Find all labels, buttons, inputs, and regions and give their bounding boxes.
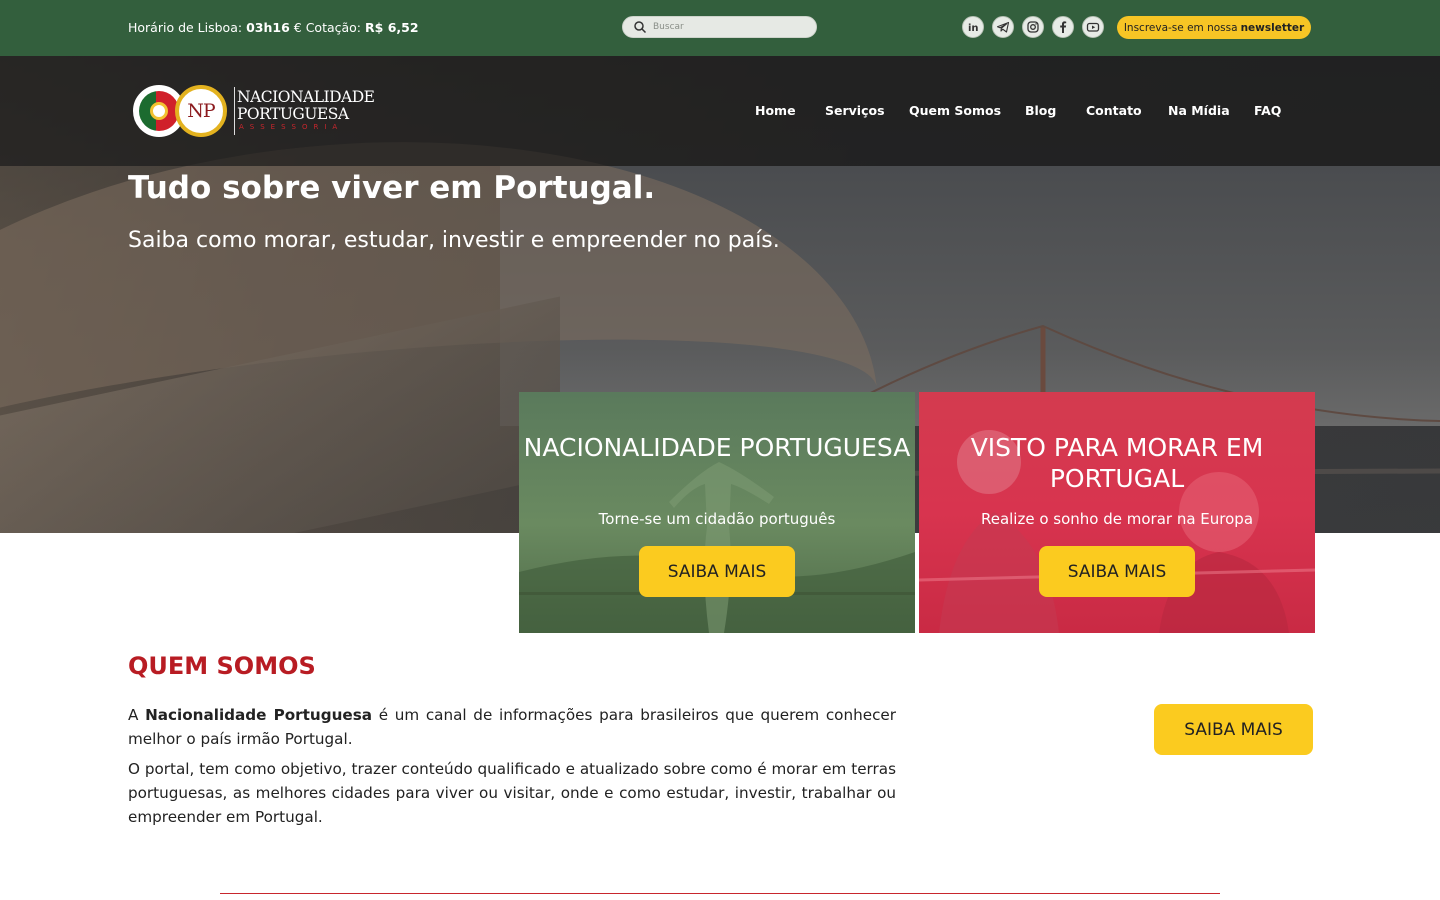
top-bar: Horário de Lisboa: 03h16 € Cotação: R$ 6… — [0, 0, 1440, 56]
logo-line2: PORTUGUESA — [237, 105, 349, 123]
hero-subtitle: Saiba como morar, estudar, investir e em… — [128, 228, 780, 253]
logo-line1: NACIONALIDADE — [237, 88, 375, 106]
facebook-icon[interactable] — [1052, 16, 1074, 38]
about-paragraph-2: O portal, tem como objetivo, trazer cont… — [128, 760, 896, 826]
linkedin-icon[interactable]: in — [962, 16, 984, 38]
telegram-icon[interactable] — [992, 16, 1014, 38]
card-visto[interactable]: VISTO PARA MORAR EM PORTUGAL Realize o s… — [919, 392, 1315, 633]
nav-home[interactable]: Home — [755, 103, 796, 118]
logo-monogram: NP — [175, 85, 227, 137]
hero-title: Tudo sobre viver em Portugal. — [128, 170, 656, 206]
card-title: VISTO PARA MORAR EM PORTUGAL — [970, 433, 1264, 493]
svg-text:in: in — [968, 23, 979, 34]
newsletter-text: Inscreva-se em nossa — [1123, 21, 1238, 34]
nav-contato[interactable]: Contato — [1086, 103, 1142, 118]
nav-na-midia[interactable]: Na Mídia — [1168, 103, 1230, 118]
section-divider — [220, 893, 1220, 894]
card-visto-saiba-mais-button[interactable]: SAIBA MAIS — [1039, 546, 1195, 597]
card-nacionalidade[interactable]: NACIONALIDADE PORTUGUESA Torne-se um cid… — [519, 392, 915, 633]
card-subtitle: Realize o sonho de morar na Europa — [980, 510, 1254, 528]
logo-line3: ASSESSORIA — [239, 123, 344, 131]
nav-blog[interactable]: Blog — [1025, 103, 1056, 118]
section-title-quem-somos: QUEM SOMOS — [128, 652, 316, 680]
site-logo[interactable]: NP NACIONALIDADE PORTUGUESA ASSESSORIA — [133, 83, 379, 139]
instagram-icon[interactable] — [1022, 16, 1044, 38]
clock-label: Horário de Lisboa: — [128, 20, 243, 35]
card-title: NACIONALIDADE PORTUGUESA — [523, 433, 911, 462]
card-subtitle: Torne-se um cidadão português — [598, 510, 836, 528]
logo-divider — [234, 87, 235, 135]
search-box[interactable] — [622, 16, 817, 38]
about-saiba-mais-button[interactable]: SAIBA MAIS — [1154, 704, 1313, 755]
search-icon[interactable] — [633, 20, 647, 34]
clock-time: 03h16 — [246, 20, 290, 35]
about-paragraph-1: A Nacionalidade Portuguesa é um canal de… — [128, 703, 896, 751]
nav-servicos[interactable]: Serviços — [825, 103, 885, 118]
lisbon-clock-and-rate: Horário de Lisboa: 03h16 € Cotação: R$ 6… — [128, 20, 419, 35]
newsletter-bold: newsletter — [1240, 21, 1305, 34]
rate-label: € Cotação: — [293, 20, 362, 35]
card-nacionalidade-saiba-mais-button[interactable]: SAIBA MAIS — [639, 546, 795, 597]
nav-quem-somos[interactable]: Quem Somos — [909, 103, 1001, 118]
nav-faq[interactable]: FAQ — [1254, 103, 1281, 118]
rate-value: R$ 6,52 — [365, 20, 419, 35]
about-p1-prefix: A — [128, 706, 139, 724]
youtube-icon[interactable] — [1082, 16, 1104, 38]
search-input[interactable] — [653, 19, 808, 35]
newsletter-button[interactable]: Inscreva-se em nossa newsletter — [1117, 16, 1311, 39]
about-p1-bold: Nacionalidade Portuguesa — [145, 706, 372, 724]
